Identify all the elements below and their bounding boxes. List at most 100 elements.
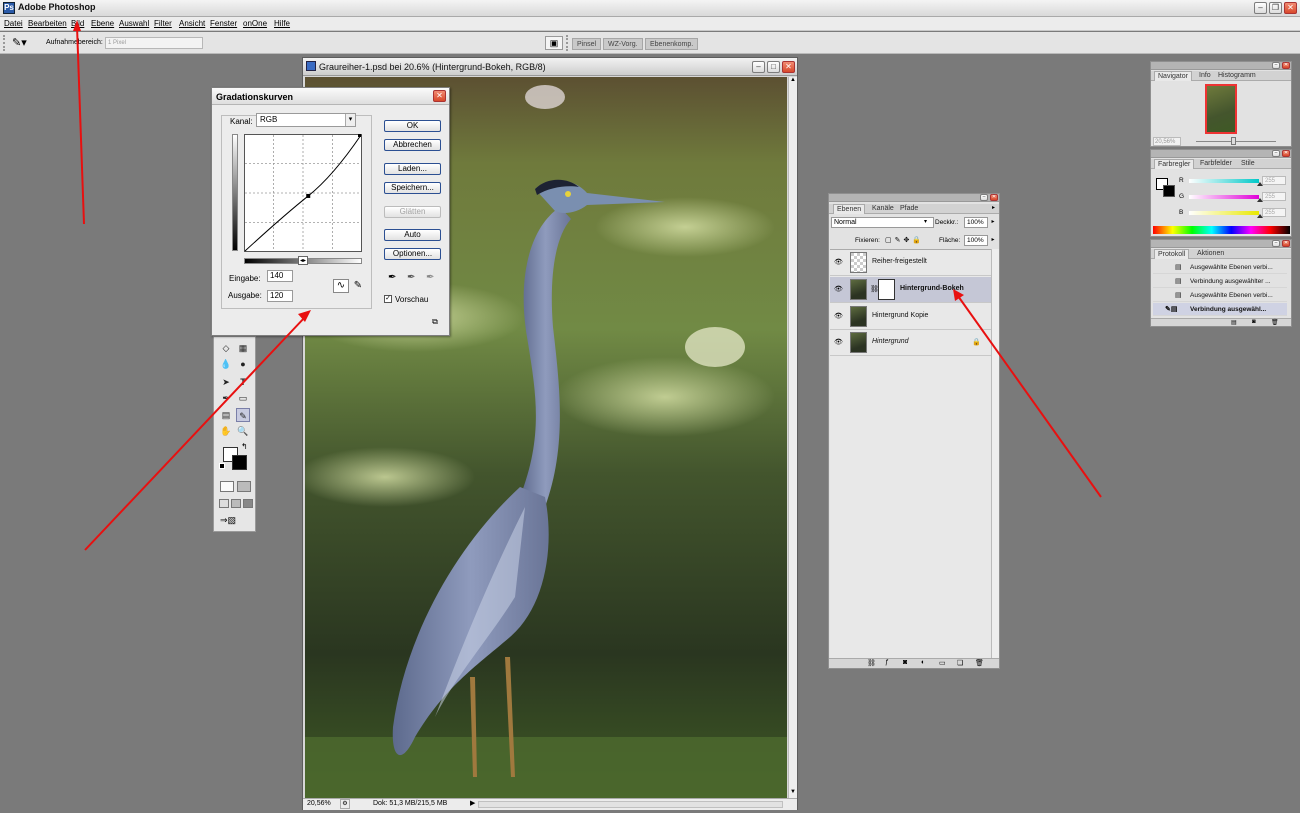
channel-select[interactable]: RGB ▾ — [256, 113, 356, 127]
menu-ansicht[interactable]: Ansicht — [179, 19, 205, 28]
well-tab-ebenenkomp[interactable]: Ebenenkomp. — [645, 38, 699, 50]
color-spectrum-ramp[interactable] — [1153, 226, 1290, 234]
blend-mode-select[interactable]: Normal ▾ — [831, 217, 934, 228]
shape-tool-icon[interactable]: ▭ — [236, 391, 250, 405]
scroll-up-icon[interactable]: ▲ — [789, 77, 797, 85]
slider-thumb[interactable] — [1231, 137, 1236, 145]
close-button[interactable]: ✕ — [1284, 2, 1297, 14]
trash-icon[interactable]: 🗑 — [1271, 319, 1279, 326]
options-button[interactable]: Optionen... — [384, 248, 441, 260]
eye-icon[interactable]: 👁 — [834, 313, 843, 320]
load-button[interactable]: Laden... — [384, 163, 441, 175]
curve-endpoint-top[interactable] — [358, 134, 361, 137]
menu-auswahl[interactable]: Auswahl — [119, 19, 149, 28]
new-group-icon[interactable]: ▭ — [939, 659, 946, 667]
layers-minimize-button[interactable]: – — [980, 194, 988, 201]
screen-mode-full-icon[interactable] — [243, 499, 253, 508]
output-field[interactable]: 120 — [267, 290, 293, 302]
slider-thumb-b[interactable] — [1257, 214, 1263, 218]
channel-value-b[interactable]: 255 — [1262, 208, 1286, 217]
layer-row-hintergrund-bokeh[interactable]: 👁 ⛓ Hintergrund-Bokeh — [830, 277, 992, 303]
scroll-down-icon[interactable]: ▼ — [789, 789, 797, 797]
grip-handle[interactable] — [3, 35, 8, 51]
document-title-bar[interactable]: Graureiher-1.psd bei 20.6% (Hintergrund-… — [303, 58, 797, 76]
horizontal-scrollbar[interactable] — [478, 801, 783, 808]
channel-slider-g[interactable] — [1189, 195, 1259, 199]
tab-aktionen[interactable]: Aktionen — [1194, 249, 1227, 259]
eye-icon[interactable]: 👁 — [834, 259, 843, 266]
auto-button[interactable]: Auto — [384, 229, 441, 241]
menu-datei[interactable]: Datei — [4, 19, 23, 28]
history-item[interactable]: ▤ Verbindung ausgewählter ... — [1153, 275, 1287, 288]
document-vertical-scrollbar[interactable]: ▲ ▼ — [788, 77, 797, 799]
menu-fenster[interactable]: Fenster — [210, 19, 237, 28]
status-menu-icon[interactable]: ⚙ — [340, 799, 350, 809]
path-selection-icon[interactable]: ➤ — [219, 375, 233, 389]
input-field[interactable]: 140 — [267, 270, 293, 282]
history-minimize-button[interactable]: – — [1272, 240, 1280, 247]
white-eyedropper-icon[interactable]: ✒ — [426, 272, 434, 283]
gradient-toggle-icon[interactable]: ◂▸ — [298, 256, 308, 265]
eraser-tool-icon[interactable]: ◇ — [219, 341, 233, 355]
opacity-arrow-icon[interactable]: ▸ — [989, 217, 997, 228]
smooth-button[interactable]: Glätten — [384, 206, 441, 218]
history-item[interactable]: ▤ Ausgewählte Ebenen verbi... — [1153, 289, 1287, 302]
curves-close-button[interactable]: ✕ — [433, 90, 446, 102]
layers-panel-header[interactable]: – ✕ — [829, 194, 999, 202]
doc-minimize-button[interactable]: – — [752, 61, 765, 73]
doc-close-button[interactable]: ✕ — [782, 61, 795, 73]
curve-graph[interactable] — [244, 134, 362, 252]
menu-hilfe[interactable]: Hilfe — [274, 19, 290, 28]
blur-tool-icon[interactable]: 💧 — [219, 357, 233, 371]
status-arrow-icon[interactable]: ▶ — [470, 799, 475, 807]
history-item-current[interactable]: ✎▤ Verbindung ausgewähl... — [1153, 303, 1287, 316]
history-header[interactable]: – ✕ — [1151, 240, 1291, 248]
pen-tool-icon[interactable]: ✒ — [219, 391, 233, 405]
curve-control-point[interactable] — [306, 193, 311, 198]
doc-maximize-button[interactable]: □ — [767, 61, 780, 73]
new-layer-icon[interactable]: ❏ — [957, 659, 963, 667]
expand-dialog-icon[interactable]: ⧉ — [430, 317, 440, 327]
navigator-thumbnail[interactable] — [1205, 84, 1237, 134]
curves-title-bar[interactable]: Gradationskurven ✕ — [212, 88, 449, 105]
menu-onone[interactable]: onOne — [243, 19, 267, 28]
fill-field[interactable]: 100% — [964, 235, 988, 246]
gray-eyedropper-icon[interactable]: ✒ — [407, 272, 415, 283]
menu-filter[interactable]: Filter — [154, 19, 172, 28]
well-tab-wz-vorg[interactable]: WZ-Vorg. — [603, 38, 643, 50]
menu-ebene[interactable]: Ebene — [91, 19, 114, 28]
menu-bearbeiten[interactable]: Bearbeiten — [28, 19, 67, 28]
tab-navigator[interactable]: Navigator — [1154, 71, 1192, 81]
save-button[interactable]: Speichern... — [384, 182, 441, 194]
channel-value-g[interactable]: 255 — [1262, 192, 1286, 201]
screen-mode-standard-icon[interactable] — [219, 499, 229, 508]
curve-mode-icon[interactable]: ∿ — [333, 279, 349, 293]
fill-arrow-icon[interactable]: ▸ — [989, 235, 997, 246]
tab-info[interactable]: Info — [1196, 71, 1214, 81]
new-document-icon[interactable]: ▤ — [1231, 319, 1237, 326]
history-close-button[interactable]: ✕ — [1282, 240, 1290, 247]
type-tool-icon[interactable]: T — [236, 375, 250, 389]
layers-close-button[interactable]: ✕ — [990, 194, 998, 201]
color-minimize-button[interactable]: – — [1272, 150, 1280, 157]
navigator-minimize-button[interactable]: – — [1272, 62, 1280, 69]
color-close-button[interactable]: ✕ — [1282, 150, 1290, 157]
navigator-zoom-field[interactable]: 20,56% — [1153, 137, 1181, 146]
eyedropper-tool-icon[interactable]: ✎ — [236, 408, 250, 422]
layers-scrollbar[interactable] — [991, 249, 999, 659]
slider-thumb-r[interactable] — [1257, 182, 1263, 186]
tab-kanaele[interactable]: Kanäle — [869, 204, 897, 214]
tab-stile[interactable]: Stile — [1238, 159, 1258, 169]
eyedropper-icon[interactable]: ✎▾ — [12, 36, 38, 50]
menu-bild[interactable]: Bild — [71, 19, 84, 28]
well-tab-pinsel[interactable]: Pinsel — [572, 38, 602, 50]
tab-pfade[interactable]: Pfade — [897, 204, 921, 214]
black-eyedropper-icon[interactable]: ✒ — [388, 272, 396, 283]
navigator-close-button[interactable]: ✕ — [1282, 62, 1290, 69]
layer-row-hintergrund-kopie[interactable]: 👁 Hintergrund Kopie — [830, 304, 992, 330]
zoom-tool-icon[interactable]: 🔍 — [236, 424, 250, 438]
navigator-header[interactable]: – ✕ — [1151, 62, 1291, 70]
trash-icon[interactable]: 🗑 — [975, 659, 984, 667]
gradient-tool-icon[interactable]: ▦ — [236, 341, 250, 355]
standard-mode-icon[interactable] — [220, 481, 234, 492]
